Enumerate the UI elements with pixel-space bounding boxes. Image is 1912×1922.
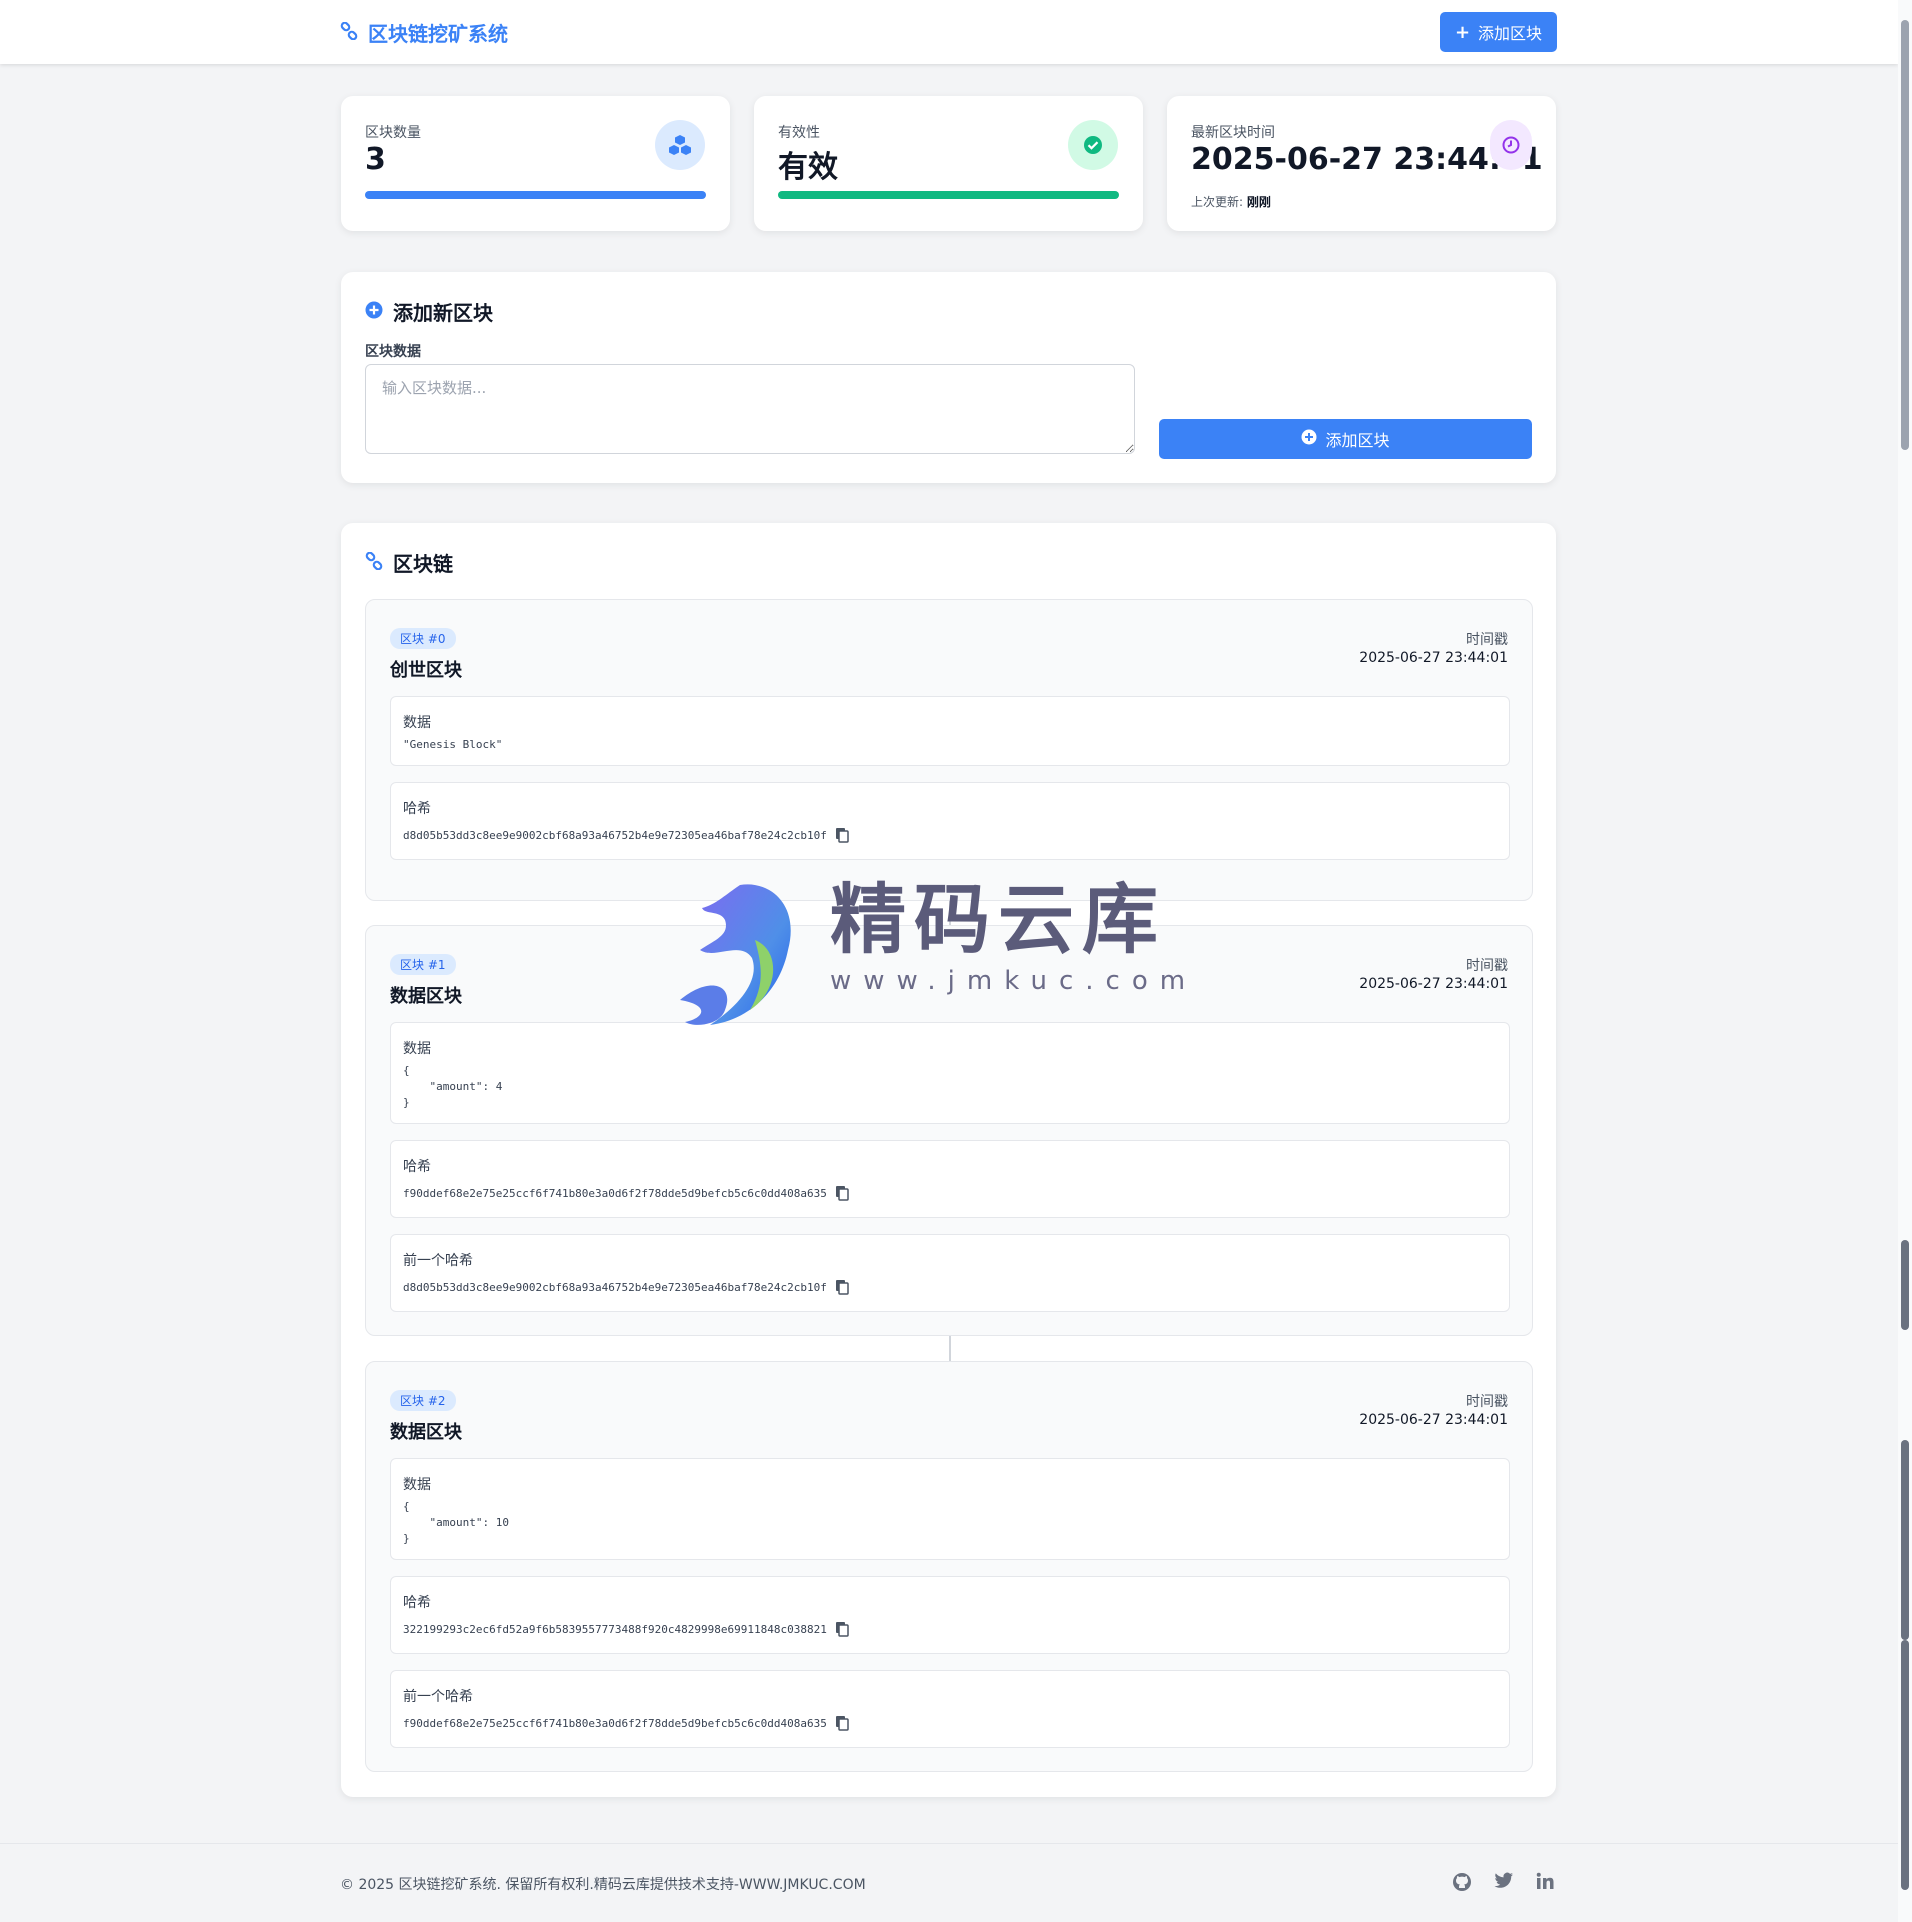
prev-hash-field: 前一个哈希 f90ddef68e2e75e25ccf6f741b80e3a0d6… bbox=[390, 1670, 1510, 1748]
block-data-label: 区块数据 bbox=[365, 344, 421, 360]
data-label: 数据 bbox=[403, 715, 431, 731]
block-title: 数据区块 bbox=[390, 1422, 462, 1443]
block-badge: 区块 #2 bbox=[390, 1390, 456, 1411]
add-block-title: 添加新区块 bbox=[393, 301, 493, 325]
data-label: 数据 bbox=[403, 1477, 431, 1493]
header-add-block-button[interactable]: + 添加区块 bbox=[1440, 12, 1557, 52]
prev-hash-field: 前一个哈希 d8d05b53dd3c8ee9e9002cbf68a93a4675… bbox=[390, 1234, 1510, 1312]
scrollbar-marker bbox=[1901, 1240, 1909, 1330]
hash-field: 哈希 f90ddef68e2e75e25ccf6f741b80e3a0d6f2f… bbox=[390, 1140, 1510, 1218]
copy-icon[interactable] bbox=[835, 1185, 849, 1201]
check-circle-icon bbox=[1068, 120, 1118, 170]
add-block-card: 添加新区块 区块数据 添加区块 bbox=[341, 272, 1556, 483]
blockchain-card: 区块链 区块 #0 创世区块 时间戳 2025-06-27 23:44:01 数… bbox=[341, 523, 1556, 1797]
blockchain-heading: 区块链 bbox=[365, 548, 453, 577]
block-title: 创世区块 bbox=[390, 660, 462, 681]
copy-icon[interactable] bbox=[835, 1621, 849, 1637]
cubes-icon bbox=[655, 120, 705, 170]
prev-hash-label: 前一个哈希 bbox=[403, 1689, 473, 1705]
header-add-block-label: 添加区块 bbox=[1478, 24, 1543, 43]
timestamp-label: 时间戳 bbox=[1466, 1394, 1508, 1410]
link-icon bbox=[340, 21, 358, 44]
block-count-bar bbox=[365, 191, 706, 199]
scrollbar-thumb[interactable] bbox=[1901, 20, 1909, 450]
plus-circle-icon bbox=[365, 300, 383, 324]
social-links bbox=[1452, 1872, 1554, 1892]
prev-hash-value: d8d05b53dd3c8ee9e9002cbf68a93a46752b4e9e… bbox=[403, 1280, 827, 1294]
timestamp-label: 时间戳 bbox=[1466, 958, 1508, 974]
footer-copyright: © 2025 区块链挖矿系统. 保留所有权利.精码云库提供技术支持-WWW.JM… bbox=[340, 1877, 866, 1893]
data-field: 数据 { "amount": 4 } bbox=[390, 1022, 1510, 1124]
hash-label: 哈希 bbox=[403, 1595, 431, 1611]
hash-value: d8d05b53dd3c8ee9e9002cbf68a93a46752b4e9e… bbox=[403, 828, 827, 842]
hash-field: 哈希 322199293c2ec6fd52a9f6b5839557773488f… bbox=[390, 1576, 1510, 1654]
submit-add-block-button[interactable]: 添加区块 bbox=[1159, 419, 1532, 459]
last-updated-value: 刚刚 bbox=[1246, 195, 1271, 209]
copy-icon[interactable] bbox=[835, 1715, 849, 1731]
copy-icon[interactable] bbox=[835, 1279, 849, 1295]
validity-bar bbox=[778, 191, 1119, 199]
block-data-input[interactable] bbox=[365, 364, 1135, 454]
plus-icon: + bbox=[1454, 21, 1471, 43]
clock-icon bbox=[1490, 120, 1532, 170]
block-badge: 区块 #0 bbox=[390, 628, 456, 649]
top-navbar: 区块链挖矿系统 + 添加区块 bbox=[0, 0, 1898, 64]
data-label: 数据 bbox=[403, 1041, 431, 1057]
timestamp-label: 时间戳 bbox=[1466, 632, 1508, 648]
copy-icon[interactable] bbox=[835, 827, 849, 843]
block-card-1: 区块 #1 数据区块 时间戳 2025-06-27 23:44:01 数据 { … bbox=[365, 925, 1533, 1336]
validity-label: 有效性 bbox=[778, 125, 820, 141]
block-title: 数据区块 bbox=[390, 986, 462, 1007]
validity-value: 有效 bbox=[778, 150, 838, 185]
scrollbar-marker bbox=[1901, 1440, 1909, 1640]
github-icon[interactable] bbox=[1452, 1872, 1472, 1892]
timestamp-value: 2025-06-27 23:44:01 bbox=[1359, 976, 1508, 992]
footer: © 2025 区块链挖矿系统. 保留所有权利.精码云库提供技术支持-WWW.JM… bbox=[0, 1843, 1898, 1922]
data-value: "Genesis Block" bbox=[403, 738, 503, 751]
hash-label: 哈希 bbox=[403, 801, 431, 817]
data-value: { "amount": 10 } bbox=[403, 1500, 509, 1545]
block-card-2: 区块 #2 数据区块 时间戳 2025-06-27 23:44:01 数据 { … bbox=[365, 1361, 1533, 1772]
hash-field: 哈希 d8d05b53dd3c8ee9e9002cbf68a93a46752b4… bbox=[390, 782, 1510, 860]
timestamp-value: 2025-06-27 23:44:01 bbox=[1359, 650, 1508, 666]
link-icon bbox=[365, 551, 383, 575]
stat-card-block-count: 区块数量 3 bbox=[341, 96, 730, 231]
hash-value: f90ddef68e2e75e25ccf6f741b80e3a0d6f2f78d… bbox=[403, 1186, 827, 1200]
latest-time-label: 最新区块时间 bbox=[1191, 125, 1275, 141]
data-value: { "amount": 4 } bbox=[403, 1064, 503, 1109]
linkedin-icon[interactable] bbox=[1536, 1872, 1554, 1892]
last-updated-prefix: 上次更新: bbox=[1191, 195, 1244, 209]
data-field: 数据 { "amount": 10 } bbox=[390, 1458, 1510, 1560]
hash-label: 哈希 bbox=[403, 1159, 431, 1175]
prev-hash-value: f90ddef68e2e75e25ccf6f741b80e3a0d6f2f78d… bbox=[403, 1716, 827, 1730]
twitter-icon[interactable] bbox=[1494, 1872, 1514, 1892]
add-block-heading: 添加新区块 bbox=[365, 297, 493, 326]
data-field: 数据 "Genesis Block" bbox=[390, 696, 1510, 766]
last-updated: 上次更新: 刚刚 bbox=[1191, 193, 1271, 210]
hash-value: 322199293c2ec6fd52a9f6b5839557773488f920… bbox=[403, 1622, 827, 1636]
prev-hash-label: 前一个哈希 bbox=[403, 1253, 473, 1269]
timestamp-value: 2025-06-27 23:44:01 bbox=[1359, 1412, 1508, 1428]
scrollbar-marker bbox=[1901, 1640, 1909, 1890]
blockchain-title: 区块链 bbox=[393, 552, 453, 576]
stat-card-latest-time: 最新区块时间 2025-06-27 23:44:01 上次更新: 刚刚 bbox=[1167, 96, 1556, 231]
chain-connector bbox=[949, 901, 951, 925]
block-count-label: 区块数量 bbox=[365, 125, 421, 141]
block-badge: 区块 #1 bbox=[390, 954, 456, 975]
app-title: 区块链挖矿系统 bbox=[368, 22, 508, 46]
block-card-0: 区块 #0 创世区块 时间戳 2025-06-27 23:44:01 数据 "G… bbox=[365, 599, 1533, 901]
stat-card-validity: 有效性 有效 bbox=[754, 96, 1143, 231]
submit-add-block-label: 添加区块 bbox=[1325, 431, 1390, 450]
plus-circle-icon bbox=[1301, 429, 1317, 449]
brand[interactable]: 区块链挖矿系统 bbox=[340, 18, 508, 47]
block-count-value: 3 bbox=[365, 142, 386, 177]
